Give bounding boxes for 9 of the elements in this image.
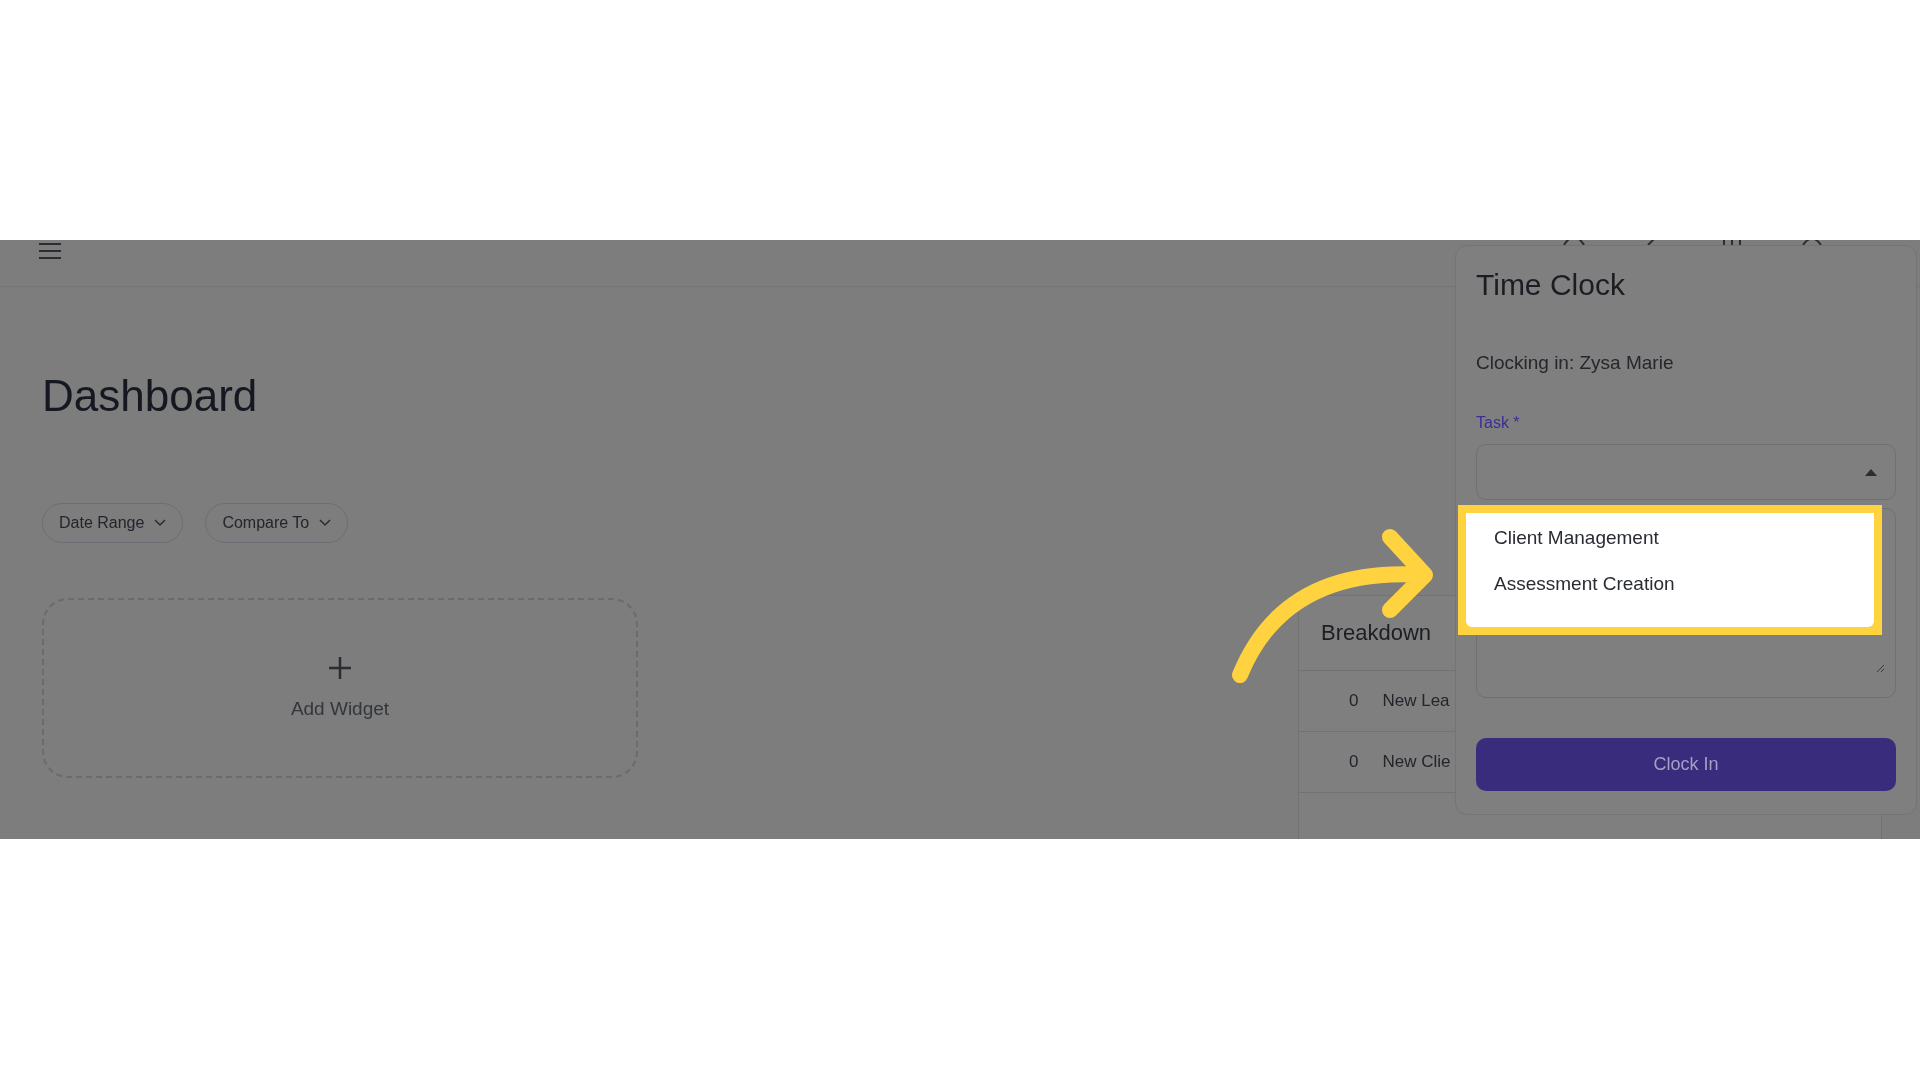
row-label: New Clie	[1382, 752, 1451, 772]
count-text: 0	[1349, 691, 1359, 711]
add-widget-label: Add Widget	[290, 698, 390, 720]
panel-title: Time Clock	[1476, 268, 1626, 302]
task-label: Task *	[1476, 414, 1521, 432]
clocking-in-text: Clocking in: Zysa Marie	[1476, 352, 1675, 374]
page-title: Dashboard	[42, 371, 258, 421]
count-text: 0	[1349, 752, 1359, 772]
row-label: New Lea	[1382, 691, 1450, 711]
